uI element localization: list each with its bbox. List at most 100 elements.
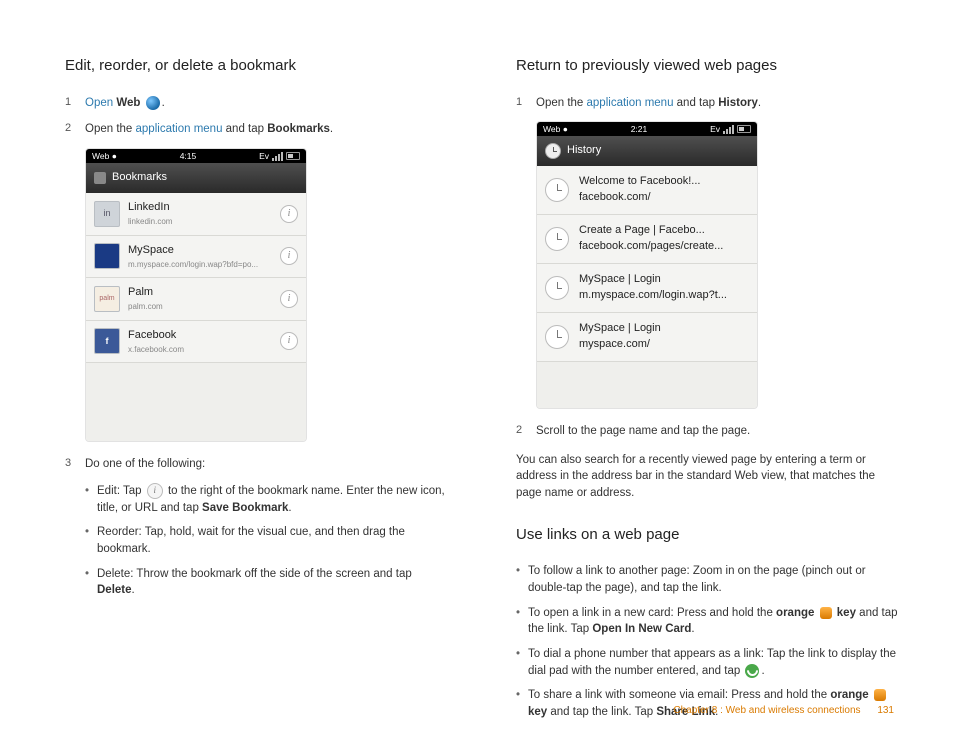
signal-icon <box>272 152 283 161</box>
myspace-icon <box>94 243 120 269</box>
step-1: 1 Open the application menu and tap Hist… <box>516 95 899 112</box>
bullet-open-new-card: To open a link in a new card: Press and … <box>516 605 899 638</box>
bookmark-row[interactable]: palm Palm palm.com i <box>86 278 306 321</box>
status-time: 2:21 <box>631 123 648 135</box>
bookmark-url: m.myspace.com/login.wap?bfd=po... <box>128 259 272 271</box>
status-app-name: Web <box>543 124 560 134</box>
orange-bold: orange <box>830 689 868 701</box>
status-dot: ● <box>563 124 568 134</box>
bookmark-url: linkedin.com <box>128 216 272 228</box>
history-title: MySpace | Login <box>579 272 727 288</box>
clock-icon <box>545 227 569 251</box>
bullet-follow-link: To follow a link to another page: Zoom i… <box>516 563 899 596</box>
history-url: m.myspace.com/login.wap?t... <box>579 288 727 304</box>
steps-left-continued: 3 Do one of the following: <box>65 456 448 473</box>
step-1: 1 Open Web . <box>65 95 448 112</box>
phone-blank-area <box>537 362 757 408</box>
application-menu-link[interactable]: application menu <box>587 97 674 109</box>
phone-header: Bookmarks <box>86 163 306 193</box>
bullet-delete: Delete: Throw the bookmark off the side … <box>85 566 448 599</box>
text: . <box>691 623 694 635</box>
orange-bold: orange <box>776 607 814 619</box>
page-footer: Chapter 8 : Web and wireless connections… <box>673 705 894 716</box>
history-title: Create a Page | Facebo... <box>579 223 723 239</box>
steps-right: 1 Open the application menu and tap Hist… <box>516 95 899 112</box>
bookmark-title: Facebook <box>128 328 272 344</box>
open-in-new-card-bold: Open In New Card <box>592 623 691 635</box>
history-row[interactable]: Welcome to Facebook!... facebook.com/ <box>537 166 757 215</box>
history-url: myspace.com/ <box>579 337 661 353</box>
step-body: Do one of the following: <box>85 456 448 473</box>
history-phone-screenshot: Web ● 2:21 Ev History Welcome to Faceboo… <box>536 121 758 409</box>
key-bold: key <box>834 607 856 619</box>
clock-icon <box>545 276 569 300</box>
text: . <box>761 665 764 677</box>
text: To dial a phone number that appears as a… <box>528 648 896 677</box>
phone-header-title: Bookmarks <box>112 170 167 186</box>
bullet-reorder: Reorder: Tap, hold, wait for the visual … <box>85 524 448 557</box>
history-url: facebook.com/pages/create... <box>579 239 723 255</box>
linkedin-icon: in <box>94 201 120 227</box>
period: . <box>330 123 333 135</box>
phone-header: History <box>537 136 757 166</box>
text: . <box>288 502 291 514</box>
step-body: Scroll to the page name and tap the page… <box>536 423 899 440</box>
web-bold: Web <box>116 97 140 109</box>
bookmarks-bold: Bookmarks <box>267 123 330 135</box>
delete-bold: Delete <box>97 584 132 596</box>
left-column: Edit, reorder, or delete a bookmark 1 Op… <box>65 55 482 698</box>
orange-key-icon <box>820 607 832 619</box>
status-time: 4:15 <box>180 150 197 162</box>
text: To share a link with someone via email: … <box>528 689 830 701</box>
orange-key-icon <box>874 689 886 701</box>
bookmark-row[interactable]: MySpace m.myspace.com/login.wap?bfd=po..… <box>86 236 306 279</box>
text: Open the <box>85 123 136 135</box>
web-globe-icon <box>146 96 160 110</box>
step-number: 2 <box>65 121 85 138</box>
info-icon[interactable]: i <box>280 247 298 265</box>
bullet-dial-number: To dial a phone number that appears as a… <box>516 646 899 679</box>
step-2: 2 Open the application menu and tap Book… <box>65 121 448 138</box>
key-bold: key <box>528 706 547 718</box>
clock-icon <box>545 325 569 349</box>
bookmark-tag-icon <box>94 172 106 184</box>
bookmark-row[interactable]: in LinkedIn linkedin.com i <box>86 193 306 236</box>
step-number: 1 <box>516 95 536 112</box>
info-icon[interactable]: i <box>280 332 298 350</box>
history-row[interactable]: MySpace | Login myspace.com/ <box>537 313 757 362</box>
bookmark-title: MySpace <box>128 243 272 259</box>
status-ev: Ev <box>710 123 720 135</box>
bullet-edit: Edit: Tap i to the right of the bookmark… <box>85 483 448 516</box>
save-bookmark-bold: Save Bookmark <box>202 502 288 514</box>
history-bold: History <box>718 97 758 109</box>
bookmark-row[interactable]: f Facebook x.facebook.com i <box>86 321 306 364</box>
heading-edit-bookmark: Edit, reorder, or delete a bookmark <box>65 55 448 77</box>
status-app-name: Web <box>92 151 109 161</box>
step-body: Open Web . <box>85 95 448 112</box>
text: Delete: Throw the bookmark off the side … <box>97 568 412 580</box>
step-3: 3 Do one of the following: <box>65 456 448 473</box>
chapter-label: Chapter 8 : Web and wireless connections <box>673 705 860 716</box>
text: and tap <box>673 97 718 109</box>
open-link[interactable]: Open <box>85 97 116 109</box>
text: and tap the link. Tap <box>547 706 656 718</box>
history-row[interactable]: Create a Page | Facebo... facebook.com/p… <box>537 215 757 264</box>
application-menu-link[interactable]: application menu <box>136 123 223 135</box>
clock-icon <box>545 178 569 202</box>
text: To open a link in a new card: Press and … <box>528 607 776 619</box>
phone-status-bar: Web ● 2:21 Ev <box>537 122 757 136</box>
step-body: Open the application menu and tap Bookma… <box>85 121 448 138</box>
links-bullets: To follow a link to another page: Zoom i… <box>516 563 899 720</box>
info-icon[interactable]: i <box>280 205 298 223</box>
step-body: Open the application menu and tap Histor… <box>536 95 899 112</box>
page: Edit, reorder, or delete a bookmark 1 Op… <box>0 0 954 738</box>
text: . <box>132 584 135 596</box>
right-column: Return to previously viewed web pages 1 … <box>482 55 899 698</box>
palm-icon: palm <box>94 286 120 312</box>
history-title: Welcome to Facebook!... <box>579 174 700 190</box>
heading-use-links: Use links on a web page <box>516 524 899 546</box>
info-icon[interactable]: i <box>280 290 298 308</box>
history-row[interactable]: MySpace | Login m.myspace.com/login.wap?… <box>537 264 757 313</box>
steps-left: 1 Open Web . 2 Open the application menu… <box>65 95 448 138</box>
signal-icon <box>723 125 734 134</box>
